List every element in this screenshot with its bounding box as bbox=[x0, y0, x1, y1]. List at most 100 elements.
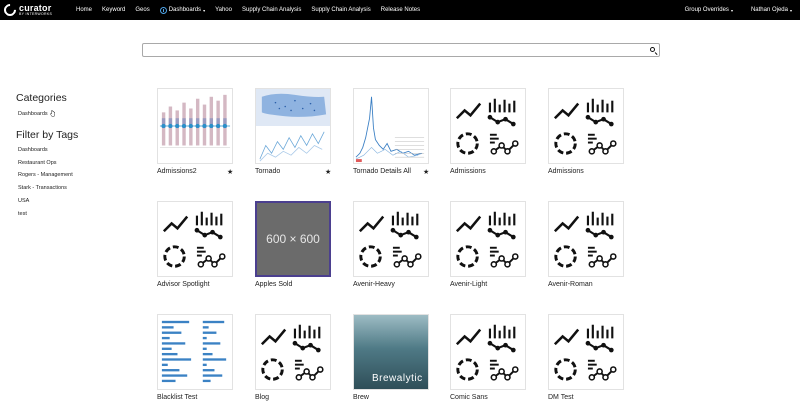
logo-subtitle: BY INTERWORKS bbox=[19, 11, 53, 16]
default-dashboard-icon bbox=[358, 211, 422, 268]
dashboard-icon bbox=[159, 6, 167, 14]
search-input[interactable] bbox=[143, 50, 643, 62]
dashboard-title[interactable]: Blacklist Test bbox=[157, 394, 197, 401]
top-navbar: curator BY INTERWORKS Home Keyword Geos … bbox=[0, 0, 800, 20]
dashboard-title[interactable]: Advisor Spotlight bbox=[157, 281, 210, 288]
dashboard-title[interactable]: Tornado bbox=[255, 168, 280, 175]
dashboard-card[interactable]: Tornado Details All ★ bbox=[353, 88, 451, 188]
default-dashboard-icon bbox=[260, 324, 324, 381]
dashboard-thumbnail[interactable] bbox=[548, 201, 624, 277]
dashboard-title[interactable]: Admissions2 bbox=[157, 168, 197, 175]
category-dashboards-label: Dashboards bbox=[18, 111, 48, 117]
sidebar: Categories Dashboards Filter by Tags Das… bbox=[16, 92, 136, 224]
default-dashboard-icon bbox=[553, 98, 617, 155]
default-dashboard-icon bbox=[455, 98, 519, 155]
tag-stark-transactions[interactable]: Stark - Transactions bbox=[16, 185, 136, 198]
star-icon[interactable]: ★ bbox=[325, 168, 331, 176]
default-dashboard-icon bbox=[455, 324, 519, 381]
nav-right: Group Overrides ▾ Nathan Ojeda ▾ bbox=[685, 0, 800, 20]
dashboard-thumbnail[interactable] bbox=[450, 314, 526, 390]
categories-heading: Categories bbox=[16, 92, 67, 104]
dashboard-card[interactable]: Advisor Spotlight bbox=[157, 201, 255, 301]
dashboard-card[interactable]: Blog bbox=[255, 314, 353, 414]
dashboard-thumbnail[interactable] bbox=[450, 88, 526, 164]
dashboard-thumbnail[interactable] bbox=[548, 88, 624, 164]
default-dashboard-icon bbox=[455, 211, 519, 268]
dashboard-title[interactable]: Avenir-Light bbox=[450, 281, 487, 288]
default-dashboard-icon bbox=[553, 324, 617, 381]
nav-supply-chain-2[interactable]: Supply Chain Analysis bbox=[311, 7, 370, 13]
dashboard-card[interactable]: Brewalytic Brew bbox=[353, 314, 451, 414]
dashboard-thumbnail[interactable] bbox=[548, 314, 624, 390]
search-bar bbox=[142, 43, 660, 62]
dashboard-card[interactable]: Comic Sans bbox=[450, 314, 548, 414]
dashboard-thumbnail[interactable] bbox=[353, 201, 429, 277]
dashboard-thumbnail[interactable] bbox=[255, 88, 331, 164]
nav-dashboards-label: Dashboards bbox=[168, 7, 202, 13]
dashboard-title[interactable]: DM Test bbox=[548, 394, 574, 401]
user-name: Nathan Ojeda bbox=[750, 7, 788, 13]
nav-home[interactable]: Home bbox=[76, 7, 92, 13]
chevron-down-icon: ▾ bbox=[203, 7, 206, 13]
chevron-down-icon: ▾ bbox=[789, 7, 792, 13]
star-icon[interactable]: ★ bbox=[423, 168, 429, 176]
dashboard-thumbnail[interactable] bbox=[353, 88, 429, 164]
category-dashboards[interactable]: Dashboards bbox=[16, 108, 136, 121]
bar-chart-thumbnail bbox=[159, 94, 231, 148]
tag-rogers-management[interactable]: Rogers - Management bbox=[16, 172, 136, 185]
user-menu[interactable]: Nathan Ojeda ▾ bbox=[751, 7, 792, 13]
table-thumbnail bbox=[161, 320, 227, 383]
line-chart-thumbnail bbox=[355, 96, 425, 163]
dashboard-title[interactable]: Admissions bbox=[548, 168, 584, 175]
star-icon[interactable]: ★ bbox=[227, 168, 233, 176]
nav-dashboards[interactable]: Dashboards ▾ bbox=[159, 6, 206, 14]
brew-overlay-text: Brewalytic bbox=[372, 373, 423, 384]
dashboard-thumbnail[interactable]: Brewalytic bbox=[353, 314, 429, 390]
dashboard-thumbnail[interactable] bbox=[450, 201, 526, 277]
group-overrides-label: Group Overrides bbox=[684, 7, 729, 13]
tags-heading: Filter by Tags bbox=[16, 128, 79, 141]
tag-restaurant-ops[interactable]: Restaurant Ops bbox=[16, 160, 136, 173]
dashboard-thumbnail[interactable] bbox=[157, 88, 233, 164]
main-nav: Home Keyword Geos Dashboards ▾ Yahoo Sup… bbox=[76, 6, 430, 14]
chevron-down-icon: ▾ bbox=[730, 7, 733, 13]
default-dashboard-icon bbox=[553, 211, 617, 268]
curator-logo-icon bbox=[1, 1, 19, 19]
dashboard-card[interactable]: Tornado ★ bbox=[255, 88, 353, 188]
tag-dashboards[interactable]: Dashboards bbox=[16, 147, 136, 160]
search-icon[interactable] bbox=[650, 47, 655, 52]
dashboard-card[interactable]: Avenir-Roman bbox=[548, 201, 646, 301]
hand-cursor-icon bbox=[50, 110, 56, 117]
dashboard-title[interactable]: Avenir-Roman bbox=[548, 281, 593, 288]
dashboard-title[interactable]: Comic Sans bbox=[450, 394, 488, 401]
dashboard-title[interactable]: Blog bbox=[255, 394, 269, 401]
curator-logo[interactable]: curator BY INTERWORKS bbox=[1, 1, 64, 19]
dashboard-title[interactable]: Admissions bbox=[450, 168, 486, 175]
nav-keyword[interactable]: Keyword bbox=[102, 7, 125, 13]
group-overrides-menu[interactable]: Group Overrides ▾ bbox=[685, 7, 733, 13]
dashboard-card[interactable]: Admissions bbox=[548, 88, 646, 188]
placeholder-text: 600 × 600 bbox=[266, 232, 320, 246]
dashboard-card[interactable]: Admissions2 ★ bbox=[157, 88, 255, 188]
dashboard-thumbnail[interactable] bbox=[157, 201, 233, 277]
tag-test[interactable]: test bbox=[16, 211, 136, 224]
dashboard-card[interactable]: 600 × 600 Apples Sold bbox=[255, 201, 353, 301]
dashboard-title[interactable]: Apples Sold bbox=[255, 281, 292, 288]
dashboard-card[interactable]: Avenir-Heavy bbox=[353, 201, 451, 301]
tag-usa[interactable]: USA bbox=[16, 198, 136, 211]
nav-supply-chain-1[interactable]: Supply Chain Analysis bbox=[242, 7, 301, 13]
dashboard-thumbnail[interactable] bbox=[255, 314, 331, 390]
dashboard-card[interactable]: DM Test bbox=[548, 314, 646, 414]
dashboard-card[interactable]: Blacklist Test bbox=[157, 314, 255, 414]
nav-yahoo[interactable]: Yahoo bbox=[215, 7, 232, 13]
dashboard-thumbnail[interactable] bbox=[157, 314, 233, 390]
dashboard-thumbnail[interactable]: 600 × 600 bbox=[255, 201, 331, 277]
dashboard-title[interactable]: Avenir-Heavy bbox=[353, 281, 395, 288]
nav-release-notes[interactable]: Release Notes bbox=[381, 7, 420, 13]
dashboard-title[interactable]: Tornado Details All bbox=[353, 168, 411, 175]
dashboard-card[interactable]: Admissions bbox=[450, 88, 548, 188]
dashboard-title[interactable]: Brew bbox=[353, 394, 369, 401]
dashboard-card[interactable]: Avenir-Light bbox=[450, 201, 548, 301]
nav-geos[interactable]: Geos bbox=[135, 7, 149, 13]
map-thumbnail bbox=[256, 89, 330, 162]
